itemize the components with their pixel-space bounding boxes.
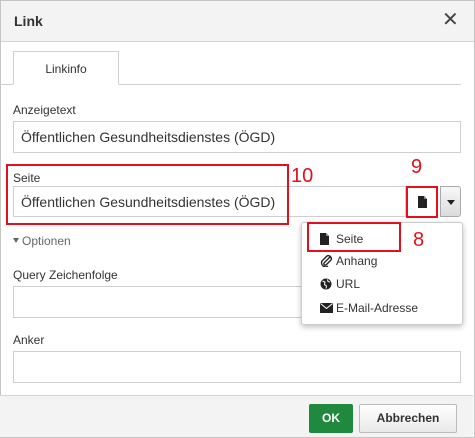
optionen-label: Optionen	[22, 234, 71, 248]
paperclip-icon	[320, 255, 332, 267]
menu-item-label: Anhang	[336, 254, 378, 268]
envelope-icon	[320, 303, 333, 313]
anzeigetext-label: Anzeigetext	[13, 103, 76, 117]
globe-icon	[320, 278, 332, 290]
caret-down-icon	[13, 238, 19, 243]
menu-item-label: E-Mail-Adresse	[336, 301, 419, 315]
page-link-button[interactable]	[406, 186, 438, 218]
tab-linkinfo[interactable]: Linkinfo	[13, 51, 119, 85]
link-type-dropdown-button[interactable]	[440, 186, 461, 217]
cancel-button[interactable]: Abbrechen	[359, 404, 457, 433]
anker-label: Anker	[13, 333, 45, 347]
annotation-box-8	[307, 222, 401, 252]
caret-down-icon	[447, 200, 455, 205]
annotation-box-10	[6, 164, 289, 225]
dialog-header: Link ✕	[1, 1, 474, 42]
annotation-number-8: 8	[413, 229, 425, 251]
ok-button[interactable]: OK	[309, 404, 353, 433]
annotation-number-10: 10	[291, 165, 314, 187]
annotation-number-9: 9	[411, 156, 423, 178]
menu-item-label: URL	[336, 277, 361, 291]
query-label: Query Zeichenfolge	[13, 268, 118, 282]
dialog-title: Link	[14, 13, 43, 29]
optionen-toggle[interactable]: Optionen	[13, 234, 71, 248]
file-icon	[418, 196, 427, 208]
anzeigetext-input[interactable]: Öffentlichen Gesundheitsdienstes (ÖGD)	[13, 121, 461, 153]
close-icon[interactable]: ✕	[442, 10, 459, 30]
anker-input[interactable]	[13, 351, 461, 383]
